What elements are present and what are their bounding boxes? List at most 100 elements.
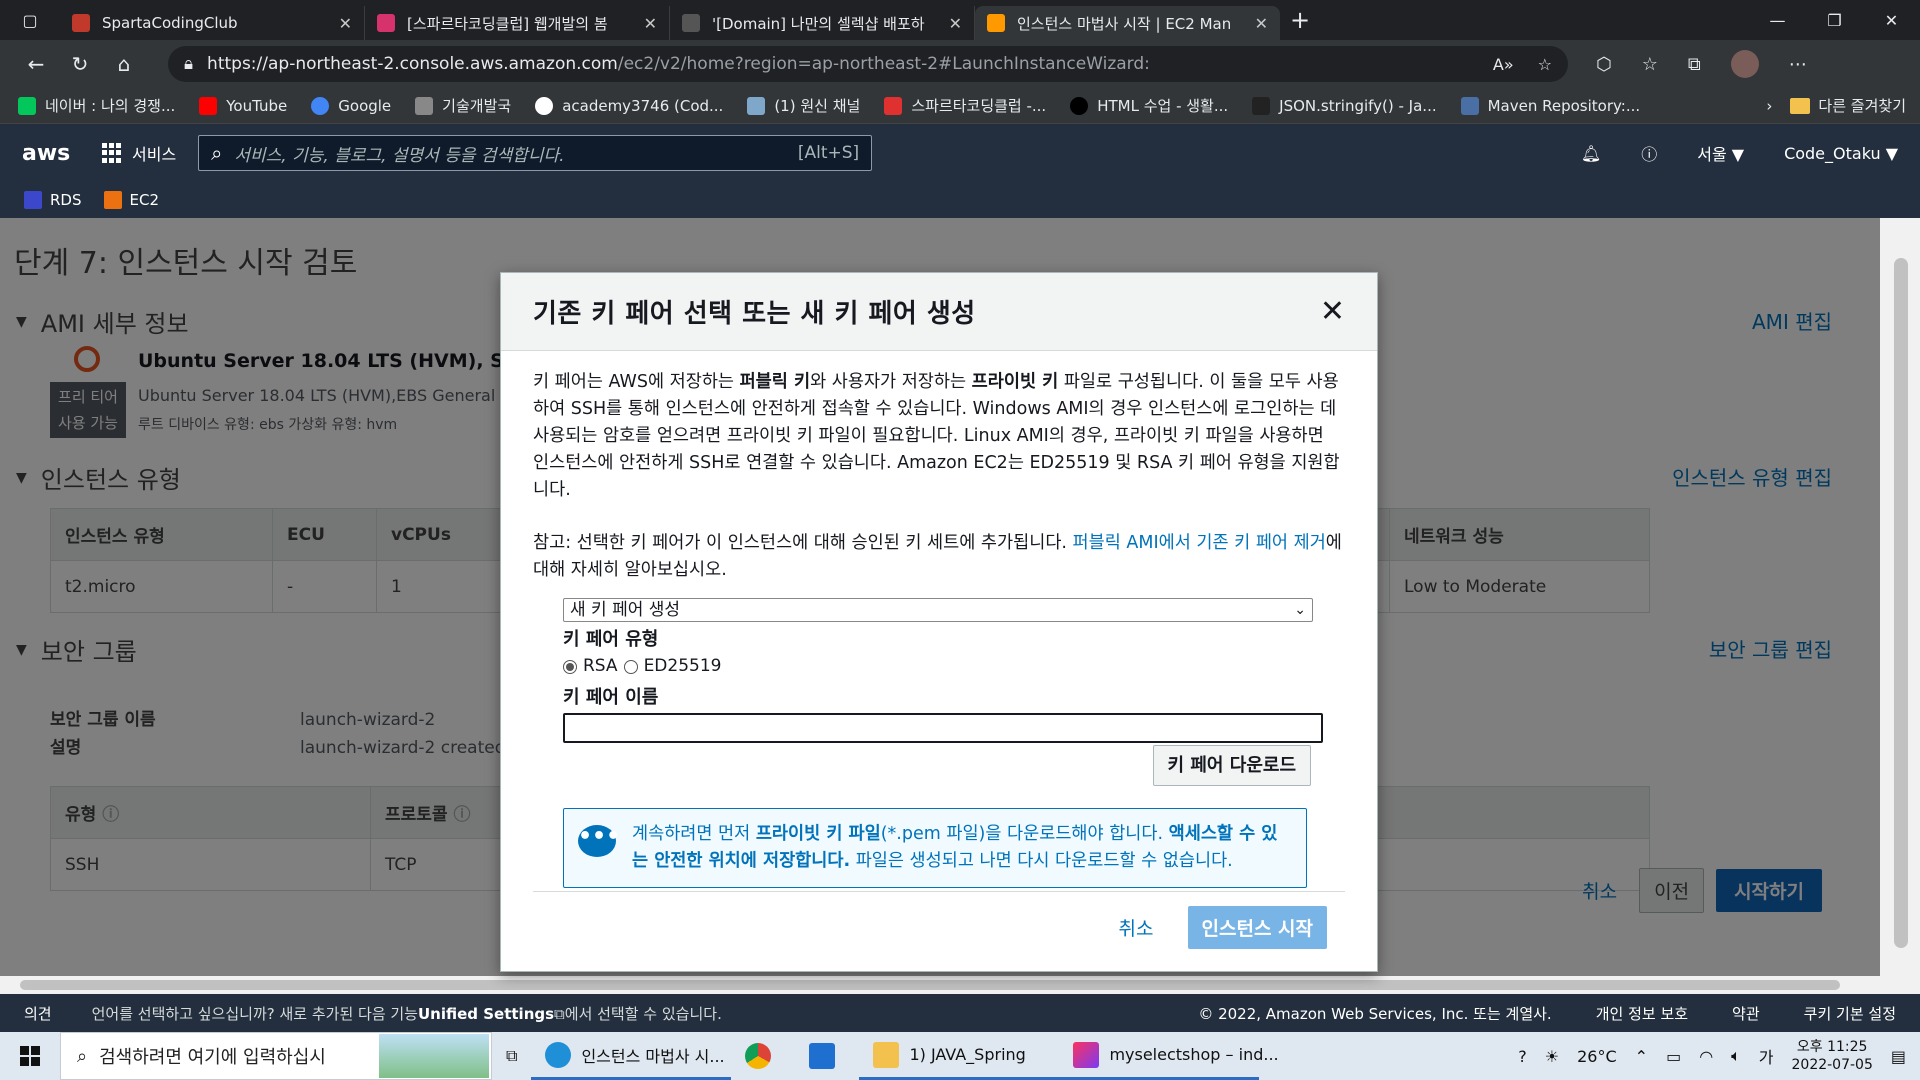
bookmark-item[interactable]: (1) 원신 채널: [747, 95, 860, 116]
scroll-thumb[interactable]: [1894, 258, 1908, 948]
minimize-icon[interactable]: —: [1749, 11, 1806, 30]
taskbar-search-placeholder: 검색하려면 여기에 입력하십시: [99, 1047, 326, 1068]
bookmark-item[interactable]: JSON.stringify() - Ja...: [1252, 96, 1437, 115]
tab-actions-icon[interactable]: ▢: [0, 0, 60, 40]
ed25519-label[interactable]: ED25519: [644, 653, 722, 680]
text: (*.pem 파일)을 다운로드해야 합니다.: [880, 824, 1169, 844]
browser-tab[interactable]: '[Domain] 나만의 셀렉샵 배포하 ✕: [670, 6, 975, 40]
chevron-up-icon[interactable]: ⌃: [1635, 1047, 1648, 1066]
tab-title: [스파르타코딩클럽] 웹개발의 봄: [407, 14, 608, 33]
close-window-icon[interactable]: ✕: [1863, 11, 1920, 30]
close-tab-icon[interactable]: ✕: [339, 14, 352, 33]
bell-icon[interactable]: 🔔︎: [1581, 144, 1601, 163]
rsa-label[interactable]: RSA: [583, 653, 618, 680]
download-key-pair-button[interactable]: 키 페어 다운로드: [1152, 745, 1311, 786]
back-icon[interactable]: ←: [14, 52, 58, 76]
battery-icon[interactable]: ▭: [1666, 1047, 1681, 1066]
bookmark-item[interactable]: 스파르타코딩클럽 -...: [884, 95, 1046, 116]
chat-bubble-icon: •••: [578, 825, 620, 857]
blog-favicon-icon: [682, 14, 700, 32]
maven-icon: [1460, 96, 1479, 115]
remove-key-pair-link[interactable]: 퍼블릭 AMI에서 기존 키 페어 제거: [1073, 533, 1326, 553]
refresh-icon[interactable]: ↻: [58, 52, 102, 76]
mdn-icon: [1252, 96, 1271, 115]
favorites-icon[interactable]: ☆: [1642, 54, 1658, 75]
taskbar-mail[interactable]: [795, 1032, 859, 1080]
restore-icon[interactable]: ❐: [1806, 11, 1863, 30]
taskbar-explorer[interactable]: 1) JAVA_Spring: [859, 1032, 1060, 1080]
taskbar-chrome[interactable]: [731, 1032, 795, 1080]
close-icon[interactable]: ✕: [1320, 294, 1345, 329]
bookmark-item[interactable]: 기술개발국: [415, 95, 511, 116]
horizontal-scrollbar[interactable]: [0, 976, 1920, 994]
task-view-icon[interactable]: ⧉: [492, 1032, 531, 1080]
close-tab-icon[interactable]: ✕: [644, 14, 657, 33]
key-pair-action-select[interactable]: 새 키 페어 생성 ⌄: [563, 598, 1313, 622]
ed25519-radio[interactable]: [623, 659, 638, 674]
taskbar-edge[interactable]: 인스턴스 마법사 시...: [531, 1032, 732, 1080]
read-aloud-icon[interactable]: A»: [1493, 55, 1514, 74]
vertical-scrollbar[interactable]: [1880, 218, 1920, 994]
aws-search-input[interactable]: ⌕ 서비스, 기능, 블로그, 설명서 등을 검색합니다. [Alt+S]: [198, 135, 873, 171]
taskbar-search-input[interactable]: ⌕ 검색하려면 여기에 입력하십시: [60, 1032, 492, 1080]
lock-icon: 🔒︎: [184, 54, 194, 74]
terms-link[interactable]: 약관: [1732, 1003, 1760, 1024]
bookmark-item[interactable]: Maven Repository:...: [1460, 96, 1640, 115]
bookmark-item[interactable]: HTML 수업 - 생활...: [1070, 95, 1228, 116]
help-tray-icon[interactable]: ?: [1518, 1047, 1527, 1066]
aws-logo[interactable]: aws: [22, 141, 82, 166]
naver-icon: [18, 96, 36, 115]
more-icon[interactable]: ⋯: [1789, 54, 1807, 75]
services-menu[interactable]: 서비스: [102, 141, 176, 165]
browser-tab[interactable]: [스파르타코딩클럽] 웹개발의 봄 ✕: [365, 6, 670, 40]
bookmark-item[interactable]: 네이버 : 나의 경쟁...: [18, 95, 175, 116]
windows-start-icon[interactable]: [0, 1046, 60, 1066]
url-field[interactable]: 🔒︎ https://ap-northeast-2.console.aws.am…: [168, 46, 1568, 82]
wifi-icon[interactable]: ◠: [1699, 1047, 1713, 1066]
browser-tab-active[interactable]: 인스턴스 마법사 시작 | EC2 Man ✕: [975, 6, 1280, 40]
privacy-link[interactable]: 개인 정보 보호: [1596, 1003, 1688, 1024]
favorite-rds[interactable]: RDS: [24, 191, 82, 209]
unified-settings-link[interactable]: Unified Settings: [418, 1005, 554, 1023]
browser-tab[interactable]: SpartaCodingClub ✕: [60, 6, 365, 40]
scroll-thumb[interactable]: [20, 980, 1840, 990]
grid-icon: [102, 143, 122, 163]
ime-indicator[interactable]: 가: [1759, 1044, 1774, 1068]
other-bookmarks[interactable]: 다른 즐겨찾기: [1790, 95, 1906, 116]
dialog-cancel-button[interactable]: 취소: [1109, 914, 1164, 941]
close-tab-icon[interactable]: ✕: [949, 14, 962, 33]
account-menu[interactable]: Code_Otaku ▼: [1784, 144, 1898, 163]
volume-icon[interactable]: 🔈︎: [1731, 1046, 1741, 1066]
bookmark-item[interactable]: Google: [311, 96, 391, 115]
key-pair-form: 새 키 페어 생성 ⌄ 키 페어 유형 RSA ED25519 키 페어 이름 …: [563, 598, 1323, 786]
tab-title: 인스턴스 마법사 시작 | EC2 Man: [1017, 14, 1232, 33]
key-type-label: 키 페어 유형: [563, 629, 659, 650]
notification-icon[interactable]: ▤: [1891, 1047, 1906, 1066]
collections-icon[interactable]: ⧉: [1688, 54, 1701, 75]
profile-avatar[interactable]: [1730, 50, 1759, 78]
taskbar-intellij[interactable]: myselectshop – ind...: [1059, 1032, 1279, 1080]
aws-favicon-icon: [987, 14, 1005, 32]
bookmark-item[interactable]: academy3746 (Cod...: [535, 96, 723, 115]
key-name-label: 키 페어 이름: [563, 687, 659, 708]
favorite-star-icon[interactable]: ☆: [1538, 55, 1552, 74]
close-tab-icon[interactable]: ✕: [1255, 14, 1268, 33]
temperature[interactable]: 26°C: [1577, 1047, 1617, 1066]
home-icon[interactable]: ⌂: [102, 52, 146, 76]
rsa-radio[interactable]: [563, 659, 577, 674]
chevron-right-icon[interactable]: ›: [1766, 97, 1772, 115]
key-name-input[interactable]: [563, 713, 1323, 743]
bookmark-item[interactable]: YouTube: [199, 96, 287, 115]
extensions-icon[interactable]: ⬡: [1596, 54, 1612, 75]
key-pair-description: 키 페어는 AWS에 저장하는 퍼블릭 키와 사용자가 저장하는 프라이빗 키 …: [533, 369, 1345, 504]
new-tab-icon[interactable]: +: [1280, 6, 1320, 34]
launch-instance-button[interactable]: 인스턴스 시작: [1187, 906, 1327, 949]
clock[interactable]: 오후 11:25 2022-07-05: [1792, 1038, 1873, 1074]
feedback-link[interactable]: 의견: [24, 1003, 52, 1024]
weather-icon[interactable]: ☀: [1545, 1047, 1559, 1066]
region-selector[interactable]: 서울 ▼: [1697, 141, 1744, 165]
favorite-ec2[interactable]: EC2: [103, 191, 159, 209]
sparta-icon: [884, 96, 903, 115]
cookie-preferences-link[interactable]: 쿠키 기본 설정: [1804, 1003, 1896, 1024]
help-icon[interactable]: ⓘ: [1641, 141, 1657, 165]
